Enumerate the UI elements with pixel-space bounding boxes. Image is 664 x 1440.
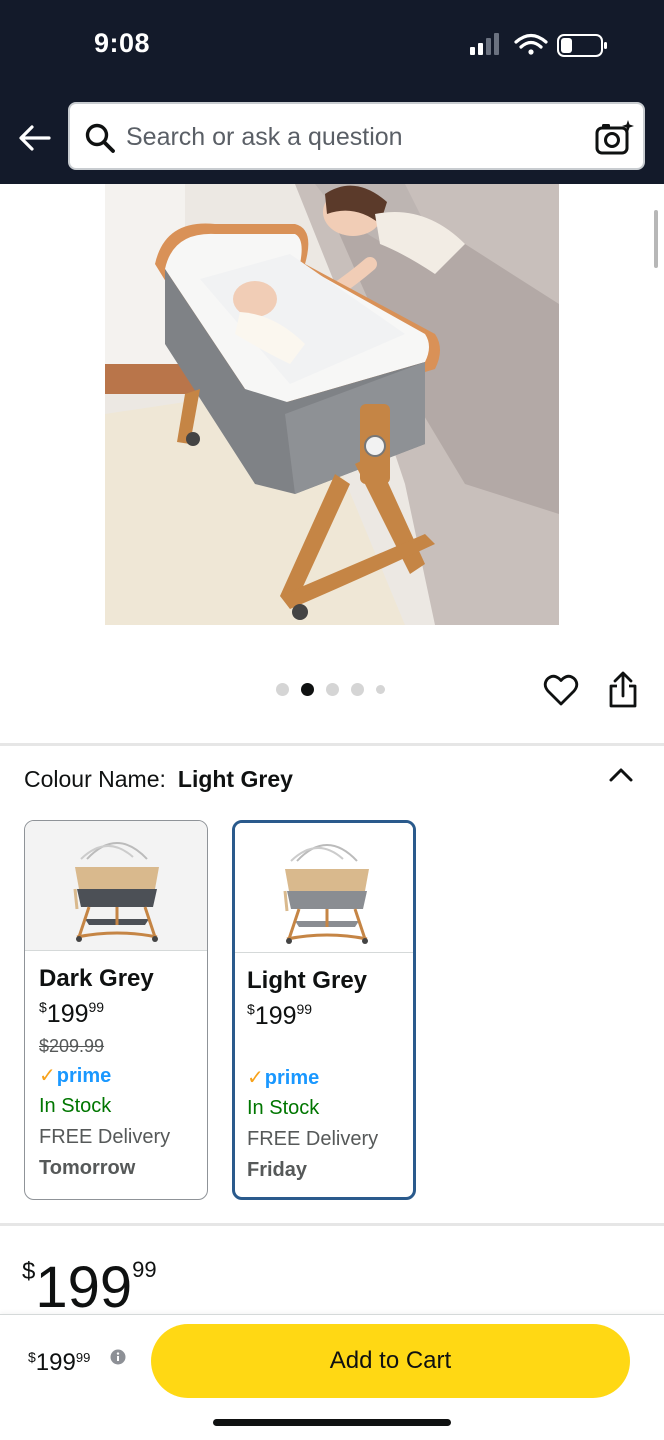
search-icon bbox=[85, 123, 115, 153]
colour-label: Colour Name: bbox=[24, 766, 166, 792]
bottom-bar-price: $19999 bbox=[28, 1349, 91, 1376]
prime-check-icon: ✓ bbox=[39, 1065, 56, 1087]
info-icon[interactable] bbox=[110, 1349, 126, 1365]
pagination-dot[interactable] bbox=[376, 684, 385, 694]
share-icon[interactable] bbox=[606, 671, 640, 709]
add-to-cart-button[interactable]: Add to Cart bbox=[151, 1324, 630, 1398]
colour-option-price: $19999 bbox=[247, 1001, 313, 1030]
prime-badge: ✓prime bbox=[39, 1065, 112, 1087]
section-divider bbox=[0, 743, 664, 746]
status-icons bbox=[470, 33, 607, 57]
colour-option-price: $19999 bbox=[39, 999, 105, 1028]
signal-icon bbox=[470, 33, 499, 55]
search-bar[interactable] bbox=[68, 102, 645, 170]
colour-option-delivery: FREE Delivery bbox=[39, 1126, 171, 1148]
prime-check-icon: ✓ bbox=[247, 1067, 264, 1089]
pagination-dot[interactable] bbox=[351, 682, 364, 696]
product-price: $19999 bbox=[22, 1255, 157, 1320]
chevron-up-icon[interactable] bbox=[606, 762, 636, 786]
colour-selected-value: Light Grey bbox=[177, 766, 293, 792]
heart-icon[interactable] bbox=[543, 672, 579, 708]
product-image[interactable] bbox=[105, 184, 559, 625]
colour-option-thumbnail bbox=[25, 821, 207, 951]
scroll-indicator[interactable] bbox=[654, 210, 658, 268]
battery-icon bbox=[557, 34, 607, 57]
colour-name-row: Colour Name: Light Grey bbox=[24, 766, 293, 793]
colour-option-delivery: FREE Delivery bbox=[247, 1128, 379, 1150]
colour-option-light-grey[interactable]: Light Grey $19999 ✓prime In Stock FREE D… bbox=[232, 820, 416, 1200]
image-pagination-dots[interactable] bbox=[276, 682, 385, 696]
colour-option-stock: In Stock bbox=[247, 1097, 320, 1119]
colour-option-name: Dark Grey bbox=[39, 965, 154, 992]
colour-option-thumbnail bbox=[235, 823, 413, 953]
colour-option-name: Light Grey bbox=[247, 967, 368, 994]
wifi-icon bbox=[514, 33, 548, 55]
prime-badge: ✓prime bbox=[247, 1067, 320, 1089]
section-divider bbox=[0, 1223, 664, 1226]
colour-option-dark-grey[interactable]: Dark Grey $19999 $209.99 ✓prime In Stock… bbox=[24, 820, 208, 1200]
status-time: 9:08 bbox=[94, 28, 151, 58]
pagination-dot-active[interactable] bbox=[301, 682, 314, 696]
back-arrow-icon[interactable] bbox=[16, 118, 56, 158]
colour-option-stock: In Stock bbox=[39, 1095, 112, 1117]
pagination-dot[interactable] bbox=[276, 682, 289, 696]
app-header: 9:08 bbox=[0, 0, 664, 184]
colour-option-delivery-day: Tomorrow bbox=[39, 1157, 136, 1179]
colour-option-delivery-day: Friday bbox=[247, 1159, 308, 1181]
search-input[interactable] bbox=[126, 118, 566, 156]
bottom-action-bar: $19999 Add to Cart bbox=[0, 1314, 664, 1440]
pagination-dot[interactable] bbox=[326, 682, 339, 696]
camera-icon[interactable] bbox=[594, 118, 634, 158]
home-indicator[interactable] bbox=[213, 1419, 451, 1426]
colour-option-old-price: $209.99 bbox=[39, 1036, 105, 1056]
